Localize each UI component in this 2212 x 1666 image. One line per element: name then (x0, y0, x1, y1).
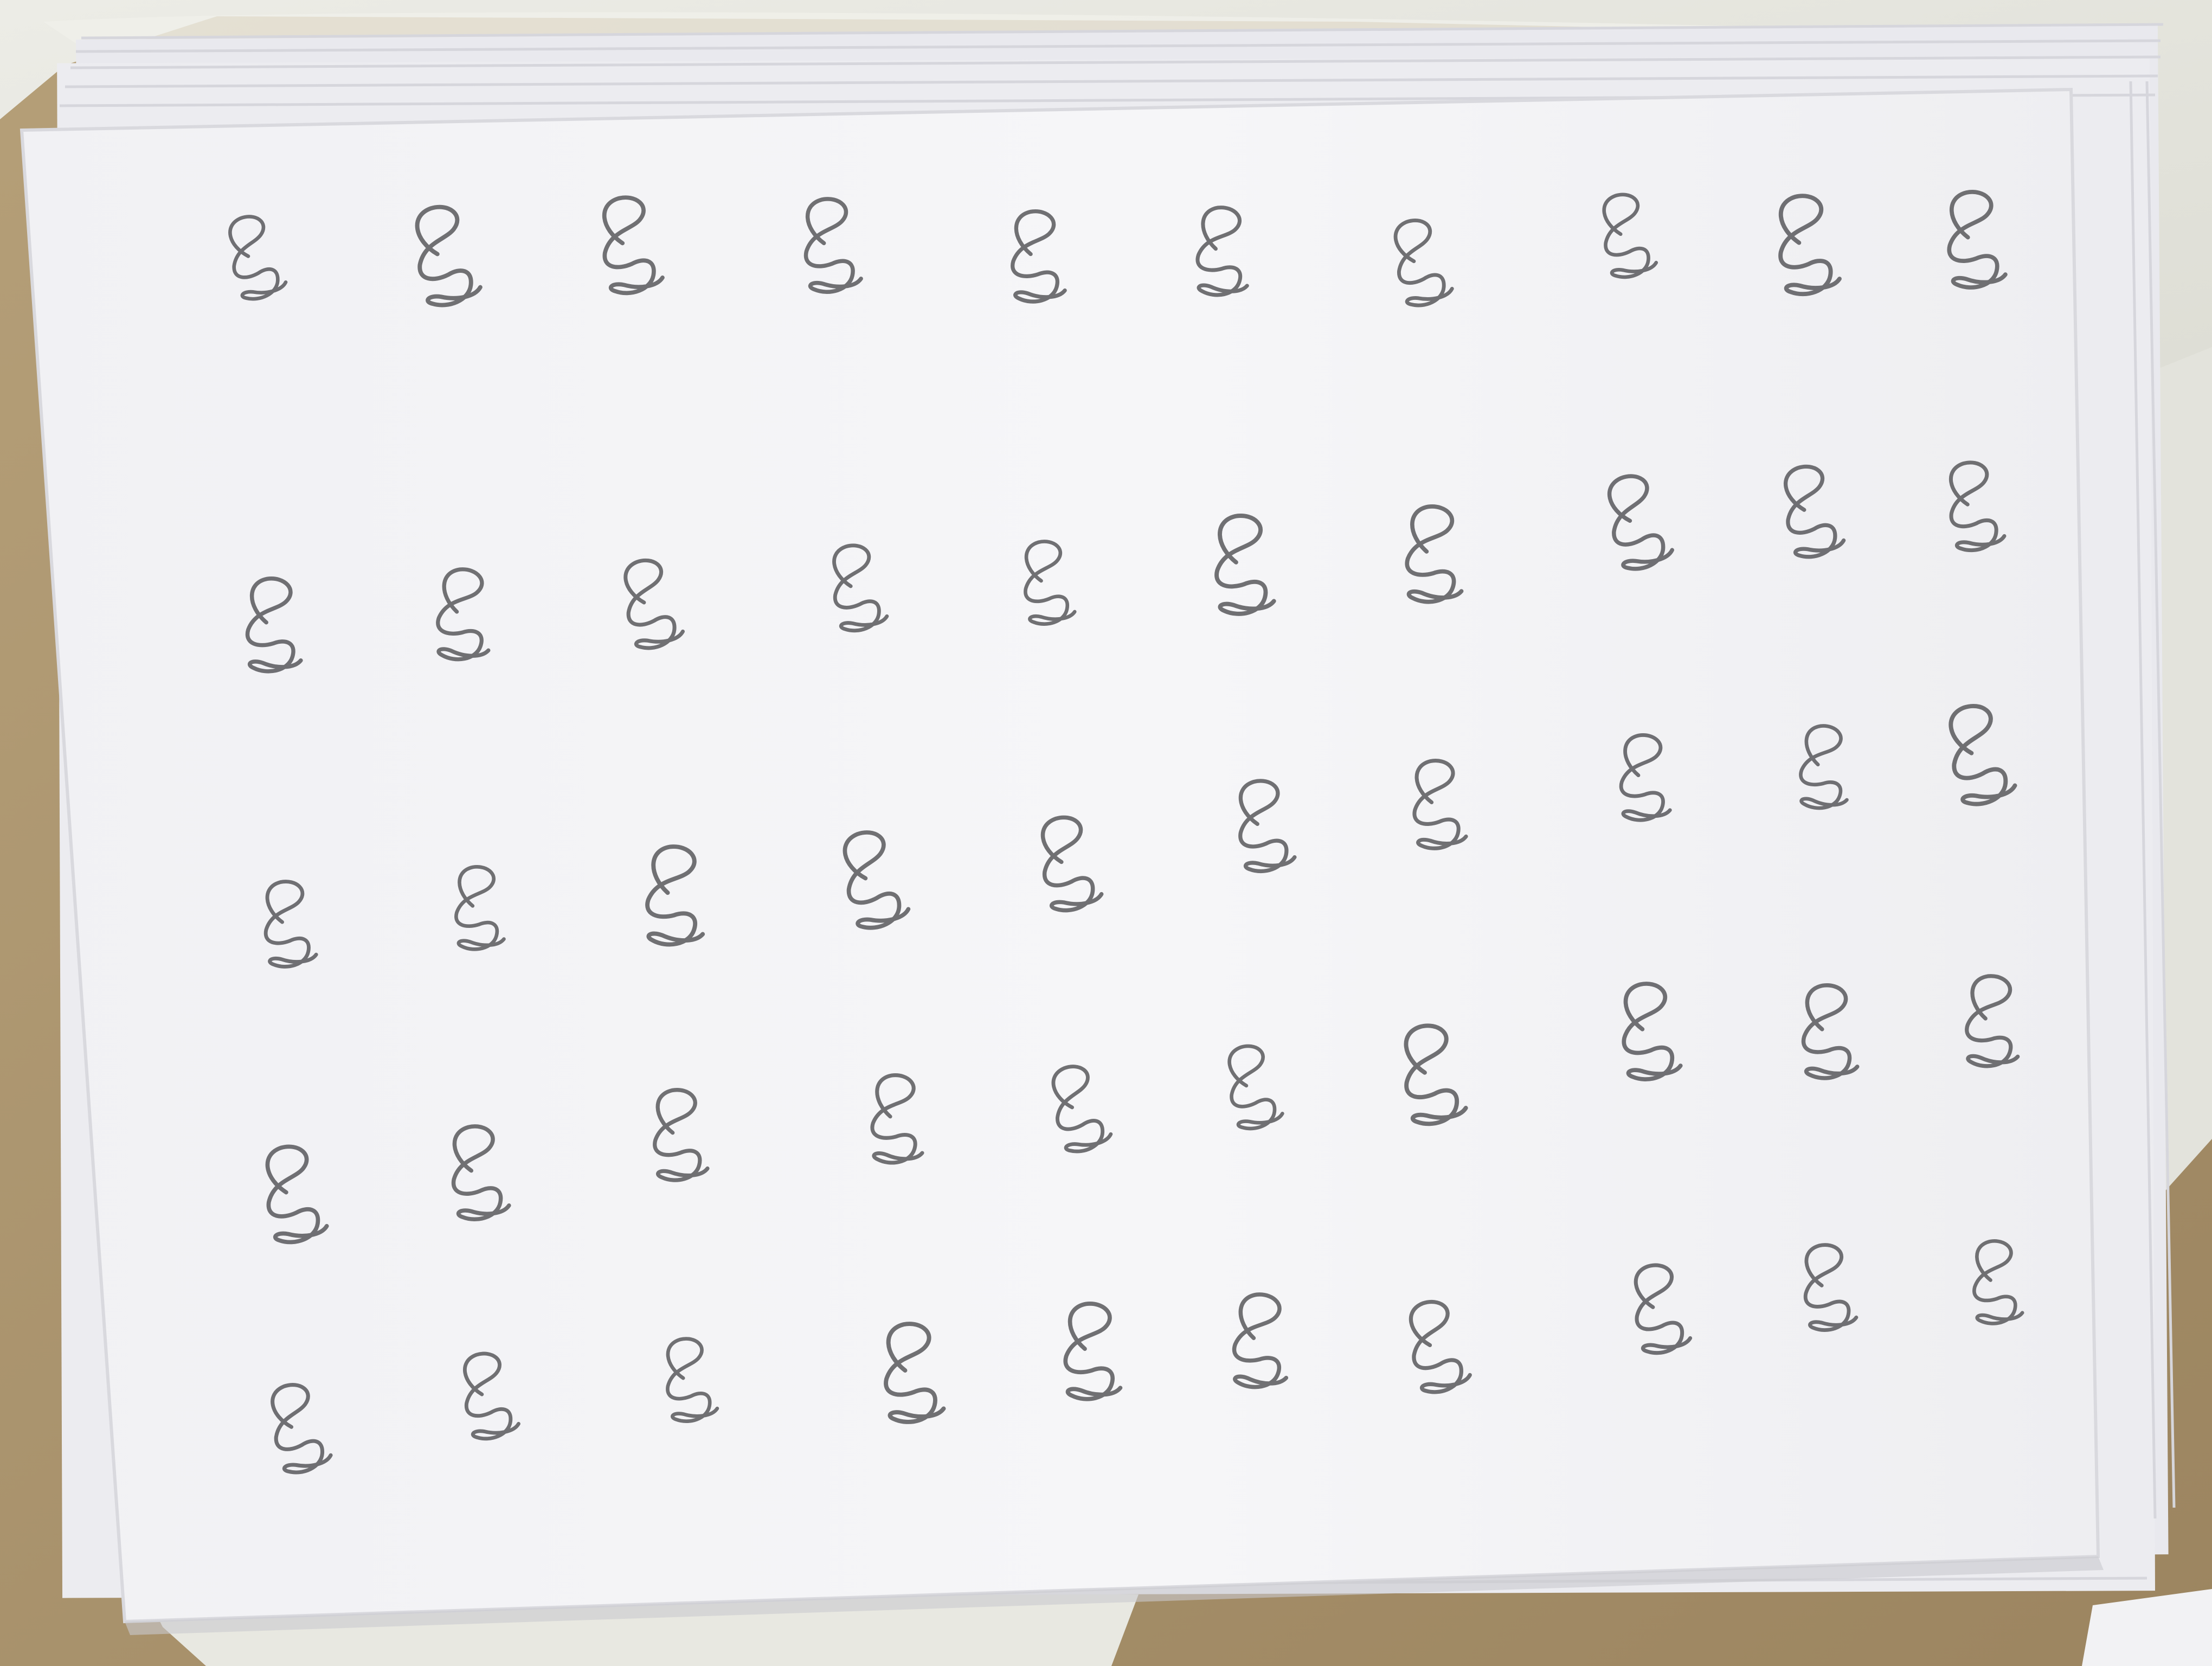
handwritten-glyph (1405, 504, 1464, 604)
handwritten-glyph (451, 1124, 511, 1221)
handwritten-glyph (666, 1337, 719, 1423)
handwritten-glyph (1619, 733, 1672, 822)
photo-scene (0, 0, 2212, 1666)
handwritten-glyph (1024, 540, 1077, 626)
handwritten-glyph (1622, 982, 1683, 1081)
handwritten-glyph (602, 195, 665, 296)
handwritten-glyph (454, 865, 506, 951)
handwritten-glyph (1949, 703, 2017, 806)
handwritten-glyph (1972, 1239, 2024, 1325)
handwritten-glyph (1778, 194, 1842, 297)
handwritten-glyph (265, 1144, 329, 1245)
handwritten-glyph (1409, 1299, 1472, 1394)
handwritten-glyph (1783, 464, 1846, 559)
handwritten-glyph (1965, 974, 2020, 1068)
handwritten-glyph (1227, 1044, 1284, 1131)
handwritten-glyph (884, 1322, 946, 1424)
handwritten-glyph (1949, 460, 2007, 553)
handwritten-glyph (1195, 206, 1249, 297)
handwritten-glyph (1801, 983, 1860, 1080)
handwritten-glyph (1412, 759, 1468, 850)
handwritten-glyph (263, 880, 318, 969)
handwritten-glyph (1602, 193, 1658, 279)
handwritten-glyph (870, 1073, 924, 1165)
handwritten-glyph (803, 197, 863, 294)
handwritten-glyph (271, 1383, 333, 1475)
handwritten-glyph (245, 576, 303, 674)
handwritten-glyph (832, 543, 889, 633)
handwritten-glyph (415, 204, 483, 307)
handwritten-glyph (228, 215, 288, 301)
handwritten-glyph (623, 558, 685, 650)
handwritten-glyph (1393, 219, 1454, 307)
handwritten-glyph (1011, 209, 1067, 304)
handwritten-glyph (1607, 474, 1674, 571)
handwritten-glyph (1799, 724, 1849, 810)
handwritten-glyph (436, 567, 491, 662)
handwritten-glyph (1040, 815, 1104, 913)
handwritten-glyph (1238, 779, 1297, 873)
handwritten-glyph-grid (228, 190, 2024, 1475)
handwritten-glyph (1404, 1023, 1468, 1126)
handwritten-glyph (653, 1088, 710, 1182)
handwritten-glyph (645, 844, 705, 947)
handwritten-glyph (1634, 1263, 1693, 1355)
handwritten-glyph (1947, 190, 2008, 290)
handwritten-glyph (1803, 1243, 1859, 1332)
handwritten-glyph (1051, 1065, 1113, 1154)
handwritten-glyph (462, 1351, 520, 1441)
handwritten-glyph (1063, 1302, 1123, 1401)
handwritten-glyph (1232, 1292, 1289, 1389)
handwritten-glyph (843, 830, 911, 930)
handwritten-glyph (1214, 514, 1276, 616)
